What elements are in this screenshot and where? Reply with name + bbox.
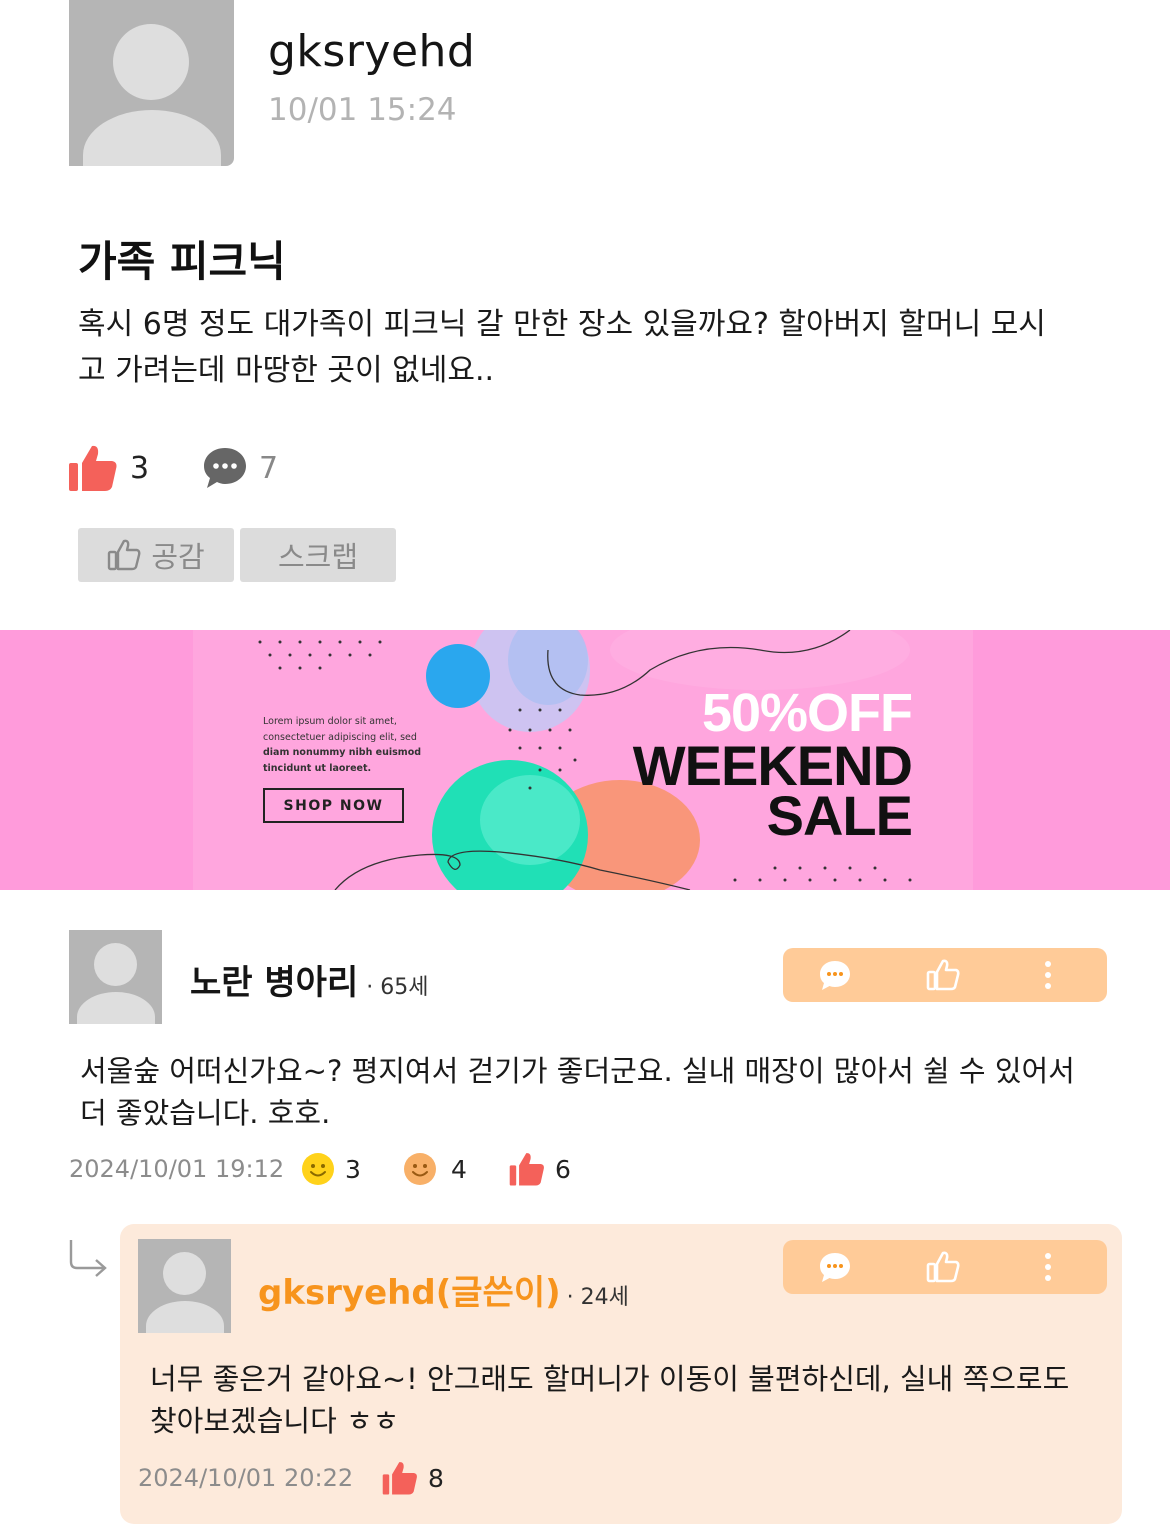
speech-bubble-icon — [204, 448, 246, 488]
post-time: 10/01 15:24 — [268, 92, 457, 128]
smile-icon — [302, 1153, 334, 1185]
post-title: 가족 피크닉 — [78, 237, 286, 286]
post-like-stat[interactable]: 3 — [68, 443, 149, 493]
reply-comment-icon[interactable] — [819, 959, 851, 991]
reaction-like[interactable]: 8 — [382, 1460, 444, 1496]
thumbs-up-icon — [509, 1153, 544, 1186]
comment-text-line: 서울숲 어떠신가요~? 평지여서 걷기가 좋더군요. 실내 매장이 많아서 쉴 … — [80, 1054, 1075, 1088]
comment-text: 서울숲 어떠신가요~? 평지여서 걷기가 좋더군요. 실내 매장이 많아서 쉴 … — [80, 1050, 1120, 1134]
scrap-button[interactable]: 스크랩 — [240, 528, 396, 582]
reply-meta: 2024/10/01 20:22 8 — [138, 1459, 444, 1497]
comment-author: 노란 병아리 · 65세 — [190, 955, 428, 1004]
comment-meta: 2024/10/01 19:12 3 4 6 — [69, 1150, 571, 1188]
reaction-count: 3 — [345, 1154, 361, 1184]
empathize-button[interactable]: 공감 — [78, 528, 234, 582]
post-body-line: 고 가려는데 마땅한 곳이 없네요.. — [78, 353, 495, 388]
reaction-like[interactable]: 6 — [509, 1151, 571, 1187]
reply-comment-icon[interactable] — [819, 1251, 851, 1283]
post-body-line: 혹시 6명 정도 대가족이 피크닉 갈 만한 장소 있을까요? 할아버지 할머니… — [78, 307, 1046, 342]
banner-lorem-line: consectetuer adipiscing elit, sed — [263, 731, 417, 743]
post-body: 혹시 6명 정도 대가족이 피크닉 갈 만한 장소 있을까요? 할아버지 할머니… — [78, 302, 1118, 394]
post-comment-stat[interactable]: 7 — [203, 446, 278, 490]
thumbs-up-outline-icon — [108, 539, 141, 571]
reply-avatar[interactable] — [138, 1239, 231, 1333]
thumbs-up-icon[interactable] — [926, 1250, 960, 1284]
commenter-age: · 65세 — [366, 975, 429, 1000]
banner-lorem-line: Lorem ipsum dolor sit amet, — [263, 716, 397, 727]
reply-author-name[interactable]: gksryehd(글쓴이) — [258, 1265, 561, 1314]
author-avatar[interactable] — [69, 0, 234, 166]
comment-action-bar — [783, 948, 1107, 1002]
reply-arrow-icon — [69, 1240, 107, 1277]
reaction-count: 4 — [451, 1154, 467, 1184]
thumbs-up-icon — [69, 445, 117, 491]
banner-lorem-line: diam nonummy nibh euismod — [263, 747, 422, 758]
reply-date: 2024/10/01 20:22 — [138, 1464, 354, 1492]
reaction-smile-orange[interactable]: 4 — [403, 1152, 509, 1186]
commenter-name[interactable]: 노란 병아리 — [190, 955, 358, 1004]
smile-icon — [404, 1153, 436, 1185]
reply-text-line: 찾아보겠습니다 ㅎㅎ — [150, 1404, 400, 1438]
shop-now-label: SHOP NOW — [283, 797, 384, 814]
banner-headline-2: SALE — [766, 784, 913, 847]
more-vertical-icon[interactable] — [1032, 959, 1064, 991]
like-count: 8 — [428, 1463, 444, 1493]
thumbs-up-icon[interactable] — [926, 958, 960, 992]
banner-lorem-line: tincidunt ut laoreet. — [263, 762, 372, 774]
post-comment-count: 7 — [259, 450, 279, 486]
reply-author: gksryehd(글쓴이) · 24세 — [258, 1265, 629, 1314]
commenter-avatar[interactable] — [69, 930, 162, 1024]
post-like-count: 3 — [130, 450, 150, 486]
thumbs-up-icon — [382, 1462, 417, 1495]
reaction-smile-yellow[interactable]: 3 — [301, 1152, 403, 1186]
comment-text-line: 더 좋았습니다. 호호. — [80, 1096, 331, 1130]
author-name[interactable]: gksryehd — [268, 26, 475, 77]
reply-action-bar — [783, 1240, 1107, 1294]
more-vertical-icon[interactable] — [1032, 1251, 1064, 1283]
comment-date: 2024/10/01 19:12 — [69, 1155, 285, 1183]
reply-text-line: 너무 좋은거 같아요~! 안그래도 할머니가 이동이 불편하신데, 실내 쪽으로… — [150, 1362, 1070, 1396]
reply-text: 너무 좋은거 같아요~! 안그래도 할머니가 이동이 불편하신데, 실내 쪽으로… — [150, 1358, 1110, 1442]
scrap-label: 스크랩 — [277, 540, 359, 574]
banner-lorem: Lorem ipsum dolor sit amet, consectetuer… — [263, 714, 421, 776]
empathize-label: 공감 — [151, 540, 205, 574]
like-count: 6 — [555, 1154, 571, 1184]
banner-artwork — [0, 630, 1170, 890]
ad-banner[interactable]: Lorem ipsum dolor sit amet, consectetuer… — [0, 630, 1170, 890]
reply-author-age: · 24세 — [566, 1285, 629, 1310]
shop-now-button[interactable]: SHOP NOW — [264, 789, 403, 822]
